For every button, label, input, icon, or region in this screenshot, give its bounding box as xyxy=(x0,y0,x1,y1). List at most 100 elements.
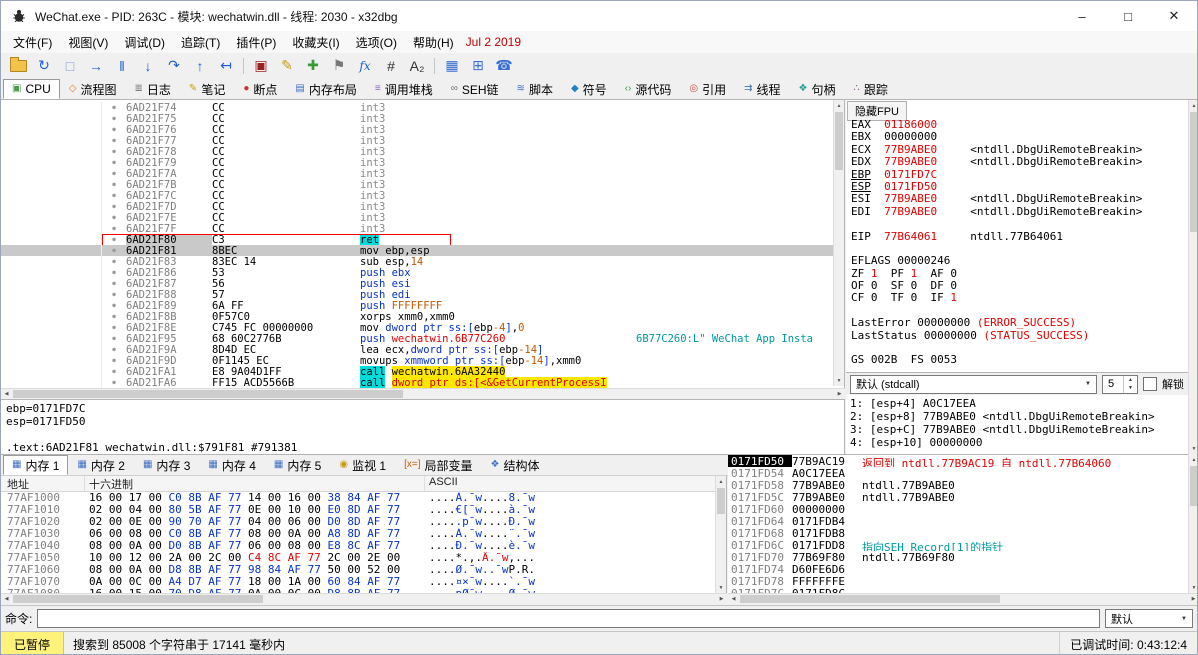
pause-icon[interactable]: ‖ xyxy=(110,55,134,77)
stack-row[interactable]: 0171FD7077B69F80ntdll.77B69F80 xyxy=(728,551,1188,563)
menu-view[interactable]: 视图(V) xyxy=(60,31,116,54)
stack-row[interactable]: 0171FD54A0C17EEA xyxy=(728,467,1188,479)
breakpoint-dot[interactable]: ● xyxy=(102,201,126,212)
tab-dump-2[interactable]: ▦内存 2 xyxy=(68,455,133,475)
disasm-row[interactable]: ●6AD21F78CCint3 xyxy=(1,146,833,157)
disasm-row[interactable]: ●6AD21F76CCint3 xyxy=(1,124,833,135)
stack-horizontal-scrollbar[interactable]: ◀ ▶ xyxy=(728,593,1198,604)
tab-graph[interactable]: ◇流程图 xyxy=(60,79,126,99)
scroll-thumb[interactable] xyxy=(740,595,1000,603)
disasm-row[interactable]: ●6AD21F8B0F57C0xorps xmm0,xmm0 xyxy=(1,311,833,322)
breakpoint-dot[interactable]: ● xyxy=(102,179,126,190)
dump-horizontal-scrollbar[interactable]: ◀ ▶ xyxy=(1,593,727,604)
stack-row[interactable]: 0171FD680171FDB8 xyxy=(728,527,1188,539)
windows-icon[interactable]: ⊞ xyxy=(466,55,490,77)
minimize-button[interactable]: – xyxy=(1059,1,1105,31)
tab-memory-map[interactable]: ▤内存布局 xyxy=(286,79,365,99)
telephone-icon[interactable]: ☎ xyxy=(492,55,516,77)
stack-row[interactable]: 0171FD5077B9AC19返回到 ntdll.77B9AC19 自 ntd… xyxy=(728,455,1188,467)
disasm-row[interactable]: ●6AD21FA6FF15 ACD5566Bcall dword ptr ds:… xyxy=(1,377,833,388)
scroll-up-icon[interactable]: ▲ xyxy=(1189,454,1198,465)
tab-breakpoints[interactable]: ●断点 xyxy=(234,79,286,99)
breakpoint-dot[interactable]: ● xyxy=(102,190,126,201)
tab-dump-3[interactable]: ▦内存 3 xyxy=(134,455,199,475)
maximize-button[interactable]: □ xyxy=(1105,1,1151,31)
disasm-row[interactable]: ●6AD21F8383EC 14sub esp,14 xyxy=(1,256,833,267)
disasm-row[interactable]: ●6AD21F79CCint3 xyxy=(1,157,833,168)
scroll-up-icon[interactable]: ▲ xyxy=(834,100,844,111)
tab-source[interactable]: ‹›源代码 xyxy=(616,79,681,99)
open-file-icon[interactable] xyxy=(6,55,30,77)
breakpoint-dot[interactable]: ● xyxy=(102,168,126,179)
breakpoint-dot[interactable]: ● xyxy=(102,289,126,300)
comment-icon[interactable]: ✎ xyxy=(275,55,299,77)
disasm-row[interactable]: ●6AD21F9568 60C2776Bpush wechatwin.6B77C… xyxy=(1,333,833,344)
scroll-right-icon[interactable]: ▶ xyxy=(834,389,845,399)
breakpoint-dot[interactable]: ● xyxy=(102,146,126,157)
tab-threads[interactable]: ⇉线程 xyxy=(735,79,789,99)
menu-plugins[interactable]: 插件(P) xyxy=(228,31,284,54)
disasm-row[interactable]: ●6AD21F8653push ebx xyxy=(1,267,833,278)
disassembly-vertical-scrollbar[interactable]: ▲ ▼ xyxy=(833,100,844,386)
scroll-down-icon[interactable]: ▼ xyxy=(716,582,726,593)
disasm-row[interactable]: ●6AD21F9D0F1145 ECmovups xmmword ptr ss:… xyxy=(1,355,833,366)
breakpoint-dot[interactable]: ● xyxy=(102,245,126,256)
breakpoint-dot[interactable]: ● xyxy=(102,300,126,311)
fx-expression-icon[interactable]: fx xyxy=(353,55,377,77)
scroll-up-icon[interactable]: ▲ xyxy=(716,476,726,487)
disasm-row[interactable]: ●6AD21F7BCCint3 xyxy=(1,179,833,190)
tab-locals[interactable]: [x=]局部变量 xyxy=(395,455,481,475)
patches-icon[interactable]: ▣ xyxy=(249,55,273,77)
stepper-down-icon[interactable]: ▼ xyxy=(1124,384,1137,393)
scroll-thumb[interactable] xyxy=(835,112,843,170)
disassembly-pane[interactable]: ●6AD21F74CCint3●6AD21F75CCint3●6AD21F76C… xyxy=(1,100,845,388)
command-mode-select[interactable]: 默认 ▼ xyxy=(1105,609,1193,628)
disasm-row[interactable]: ●6AD21F75CCint3 xyxy=(1,113,833,124)
breakpoint-dot[interactable]: ● xyxy=(102,355,126,366)
scroll-down-icon[interactable]: ▼ xyxy=(834,375,844,386)
tab-notes[interactable]: ✎笔记 xyxy=(180,79,234,99)
scroll-thumb[interactable] xyxy=(1190,112,1198,232)
breakpoint-dot[interactable]: ● xyxy=(102,135,126,146)
breakpoint-dot[interactable]: ● xyxy=(102,256,126,267)
registers-vertical-scrollbar[interactable]: ▲ ▼ xyxy=(1188,100,1198,454)
scroll-left-icon[interactable]: ◀ xyxy=(1,594,12,604)
disasm-row[interactable]: ●6AD21F80C3ret xyxy=(1,234,833,245)
tab-call-stack[interactable]: ≡调用堆栈 xyxy=(366,79,442,99)
disasm-row[interactable]: ●6AD21F896A FFpush FFFFFFFF xyxy=(1,300,833,311)
disasm-row[interactable]: ●6AD21F7ECCint3 xyxy=(1,212,833,223)
stack-row[interactable]: 0171FD6C0171FDD8指向SEH_Record[1]的指针 xyxy=(728,539,1188,551)
disasm-row[interactable]: ●6AD21F7CCCint3 xyxy=(1,190,833,201)
scroll-down-icon[interactable]: ▼ xyxy=(1189,443,1198,454)
argument-row[interactable]: 3: [esp+C] 77B9ABE0 <ntdll.DbgUiRemoteBr… xyxy=(850,423,1184,436)
scroll-thumb[interactable] xyxy=(13,595,263,603)
disassembly-horizontal-scrollbar[interactable]: ◀ ▶ xyxy=(1,388,845,399)
restart-icon[interactable]: ↻ xyxy=(32,55,56,77)
dump-vertical-scrollbar[interactable]: ▲ ▼ xyxy=(715,476,726,593)
disasm-row[interactable]: ●6AD21F8756push esi xyxy=(1,278,833,289)
breakpoint-dot[interactable]: ● xyxy=(102,234,126,245)
argument-row[interactable]: 4: [esp+10] 00000000 xyxy=(850,436,1184,449)
memory-dump-pane[interactable]: 地址 十六进制 ASCII 77AF100016 00 17 00 C0 8B … xyxy=(1,476,727,593)
breakpoint-dot[interactable]: ● xyxy=(102,333,126,344)
tab-dump-1[interactable]: ▦内存 1 xyxy=(3,455,68,475)
menu-options[interactable]: 选项(O) xyxy=(348,31,405,54)
breakpoint-dot[interactable]: ● xyxy=(102,322,126,333)
stepper-up-icon[interactable]: ▲ xyxy=(1124,376,1137,385)
tab-references[interactable]: ◎引用 xyxy=(680,79,735,99)
disasm-row[interactable]: ●6AD21F77CCint3 xyxy=(1,135,833,146)
scroll-thumb[interactable] xyxy=(1190,466,1198,506)
menu-help[interactable]: 帮助(H) xyxy=(405,31,462,54)
memory-map-icon[interactable]: ▦ xyxy=(440,55,464,77)
close-button[interactable]: ✕ xyxy=(1151,1,1197,31)
stack-row[interactable]: 0171FD5877B9ABE0ntdll.77B9ABE0 xyxy=(728,479,1188,491)
breakpoint-dot[interactable]: ● xyxy=(102,366,126,377)
breakpoint-dot[interactable]: ● xyxy=(102,124,126,135)
disasm-row[interactable]: ●6AD21F74CCint3 xyxy=(1,102,833,113)
run-icon[interactable]: → xyxy=(84,55,108,77)
tab-trace[interactable]: ∴跟踪 xyxy=(845,79,897,99)
stack-row[interactable]: 0171FD640171FDB4 xyxy=(728,515,1188,527)
argument-row[interactable]: 1: [esp+4] A0C17EEA xyxy=(850,397,1184,410)
tab-dump-4[interactable]: ▦内存 4 xyxy=(199,455,264,475)
disasm-row[interactable]: ●6AD21F7FCCint3 xyxy=(1,223,833,234)
